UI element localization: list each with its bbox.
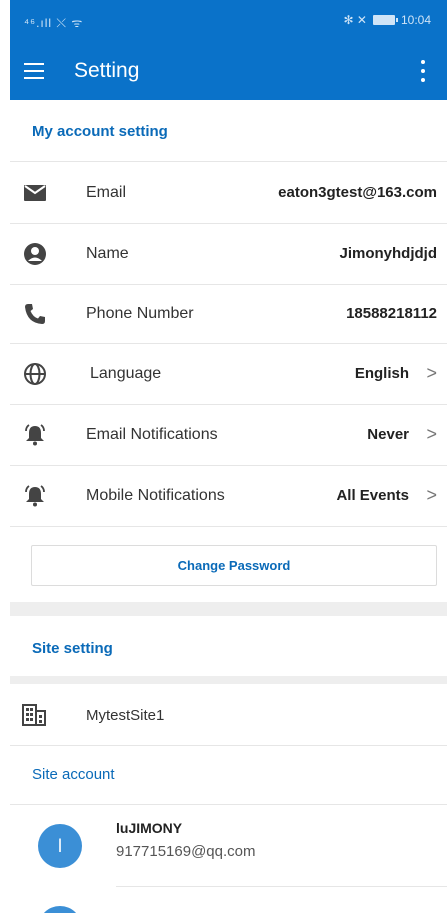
email-notifications-value: Never xyxy=(367,426,409,443)
clock: 10:04 xyxy=(400,13,431,27)
row-label: Email xyxy=(86,184,127,201)
divider xyxy=(10,745,447,746)
divider xyxy=(10,804,447,805)
settings-screen: ⁴⁶.ıll ⤬ ᯤ ✻ ✕ 10:04 Setting My account … xyxy=(0,0,447,913)
site-account-item[interactable]: l luJIMONY 917715169@qq.com xyxy=(10,806,447,890)
row-label: Language xyxy=(90,365,162,382)
avatar-partial xyxy=(38,906,82,913)
email-notifications-row[interactable]: Email Notifications Never > xyxy=(10,405,447,465)
row-label: Name xyxy=(86,245,129,262)
section-separator xyxy=(10,676,447,684)
name-value: Jimonyhdjdjd xyxy=(339,245,438,262)
phone-icon xyxy=(25,304,45,324)
divider xyxy=(10,161,447,162)
account-name: luJIMONY xyxy=(116,820,183,836)
mobile-notifications-value: All Events xyxy=(336,487,409,504)
globe-icon xyxy=(24,363,46,385)
account-email: 917715169@qq.com xyxy=(116,843,256,860)
hamburger-menu-icon[interactable] xyxy=(24,63,44,79)
mail-icon xyxy=(24,185,46,201)
email-value: eaton3gtest@163.com xyxy=(278,184,437,201)
avatar: l xyxy=(38,824,82,868)
site-name: MytestSite1 xyxy=(86,707,165,724)
divider xyxy=(10,526,447,527)
row-label: Phone Number xyxy=(86,305,194,322)
row-label: Mobile Notifications xyxy=(86,487,225,504)
mobile-notifications-row[interactable]: Mobile Notifications All Events > xyxy=(10,466,447,526)
site-row[interactable]: MytestSite1 xyxy=(10,686,447,744)
battery-icon xyxy=(372,15,398,25)
signal-wifi-indicators: ⁴⁶.ıll ⤬ ᯤ xyxy=(24,16,84,30)
divider xyxy=(116,886,447,887)
chevron-right-icon: > xyxy=(426,363,437,383)
site-setting-header: Site setting xyxy=(32,640,113,657)
section-separator xyxy=(10,602,447,616)
phone-row[interactable]: Phone Number 18588218112 xyxy=(10,284,447,344)
building-icon xyxy=(22,704,46,726)
language-value: English xyxy=(354,365,409,382)
email-row[interactable]: Email eaton3gtest@163.com xyxy=(10,163,447,223)
page-title: Setting xyxy=(74,59,140,82)
alarm-bell-icon xyxy=(25,485,45,507)
account-circle-icon xyxy=(24,243,46,265)
change-password-button[interactable]: Change Password xyxy=(31,545,437,586)
chevron-right-icon: > xyxy=(426,424,437,444)
more-vert-icon[interactable] xyxy=(419,60,427,82)
row-label: Email Notifications xyxy=(86,426,218,443)
bluetooth-icon: ✻ ✕ xyxy=(343,13,367,27)
name-row[interactable]: Name Jimonyhdjdjd xyxy=(10,224,447,284)
alarm-bell-icon xyxy=(25,424,45,446)
site-account-header: Site account xyxy=(32,766,115,783)
my-account-header: My account setting xyxy=(32,123,168,140)
status-bar: ⁴⁶.ıll ⤬ ᯤ ✻ ✕ 10:04 xyxy=(10,0,447,44)
chevron-right-icon: > xyxy=(426,485,437,505)
phone-value: 18588218112 xyxy=(346,305,437,322)
app-bar: Setting xyxy=(10,44,447,100)
language-row[interactable]: Language English > xyxy=(10,344,447,404)
status-right: ✻ ✕ 10:04 xyxy=(344,13,431,27)
